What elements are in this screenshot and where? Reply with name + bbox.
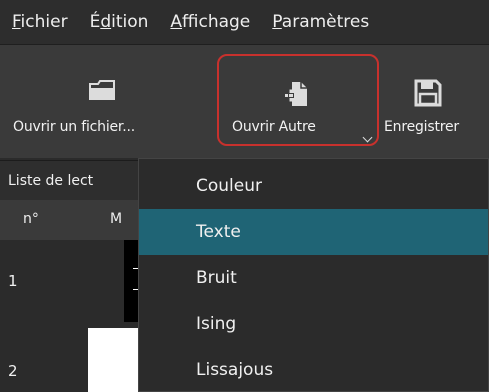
folder-icon [88, 79, 116, 105]
row-number: 1 [8, 272, 18, 290]
menu-edition[interactable]: Édition [78, 0, 159, 44]
open-file-button[interactable]: Ouvrir un fichier... [0, 45, 214, 159]
menu-affichage-rest: ffichage [182, 12, 251, 32]
dropdown-item-texte[interactable]: Texte [139, 209, 488, 255]
column-number[interactable]: n° [23, 211, 39, 227]
save-button[interactable]: Enregistrer [384, 45, 489, 159]
menu-bar: Fichier Édition Affichage Paramètres [0, 0, 489, 44]
open-other-dropdown: Couleur Texte Bruit Ising Lissajous [138, 158, 489, 392]
save-label: Enregistrer [384, 119, 459, 135]
menu-affichage-mnemonic: A [170, 12, 183, 32]
menu-parametres-rest: aramètres [281, 12, 370, 32]
dropdown-item-bruit[interactable]: Bruit [139, 255, 488, 301]
column-m[interactable]: M [110, 211, 122, 227]
menu-fichier-mnemonic: F [12, 12, 21, 32]
new-file-icon [284, 80, 310, 112]
dropdown-item-lissajous[interactable]: Lissajous [139, 347, 488, 392]
menu-edition-mnemonic: d [100, 12, 112, 32]
menu-edition-pre: É [89, 12, 101, 32]
playlist-title: Liste de lect [8, 173, 94, 189]
chevron-down-icon [362, 132, 373, 143]
menu-fichier[interactable]: Fichier [0, 0, 78, 44]
menu-edition-rest: ition [111, 12, 149, 32]
dropdown-item-ising[interactable]: Ising [139, 301, 488, 347]
toolbar: Ouvrir un fichier... Ouvrir Autre Enregi… [0, 44, 489, 158]
menu-parametres[interactable]: Paramètres [260, 0, 379, 44]
open-other-button[interactable]: Ouvrir Autre [217, 54, 379, 146]
open-other-label: Ouvrir Autre [232, 119, 316, 135]
menu-affichage[interactable]: Affichage [158, 0, 260, 44]
save-icon [414, 79, 442, 111]
menu-fichier-rest: ichier [20, 12, 68, 32]
open-file-label: Ouvrir un fichier... [13, 119, 135, 135]
dropdown-item-couleur[interactable]: Couleur [139, 163, 488, 209]
row-number: 2 [8, 362, 18, 380]
menu-parametres-mnemonic: P [272, 12, 282, 32]
